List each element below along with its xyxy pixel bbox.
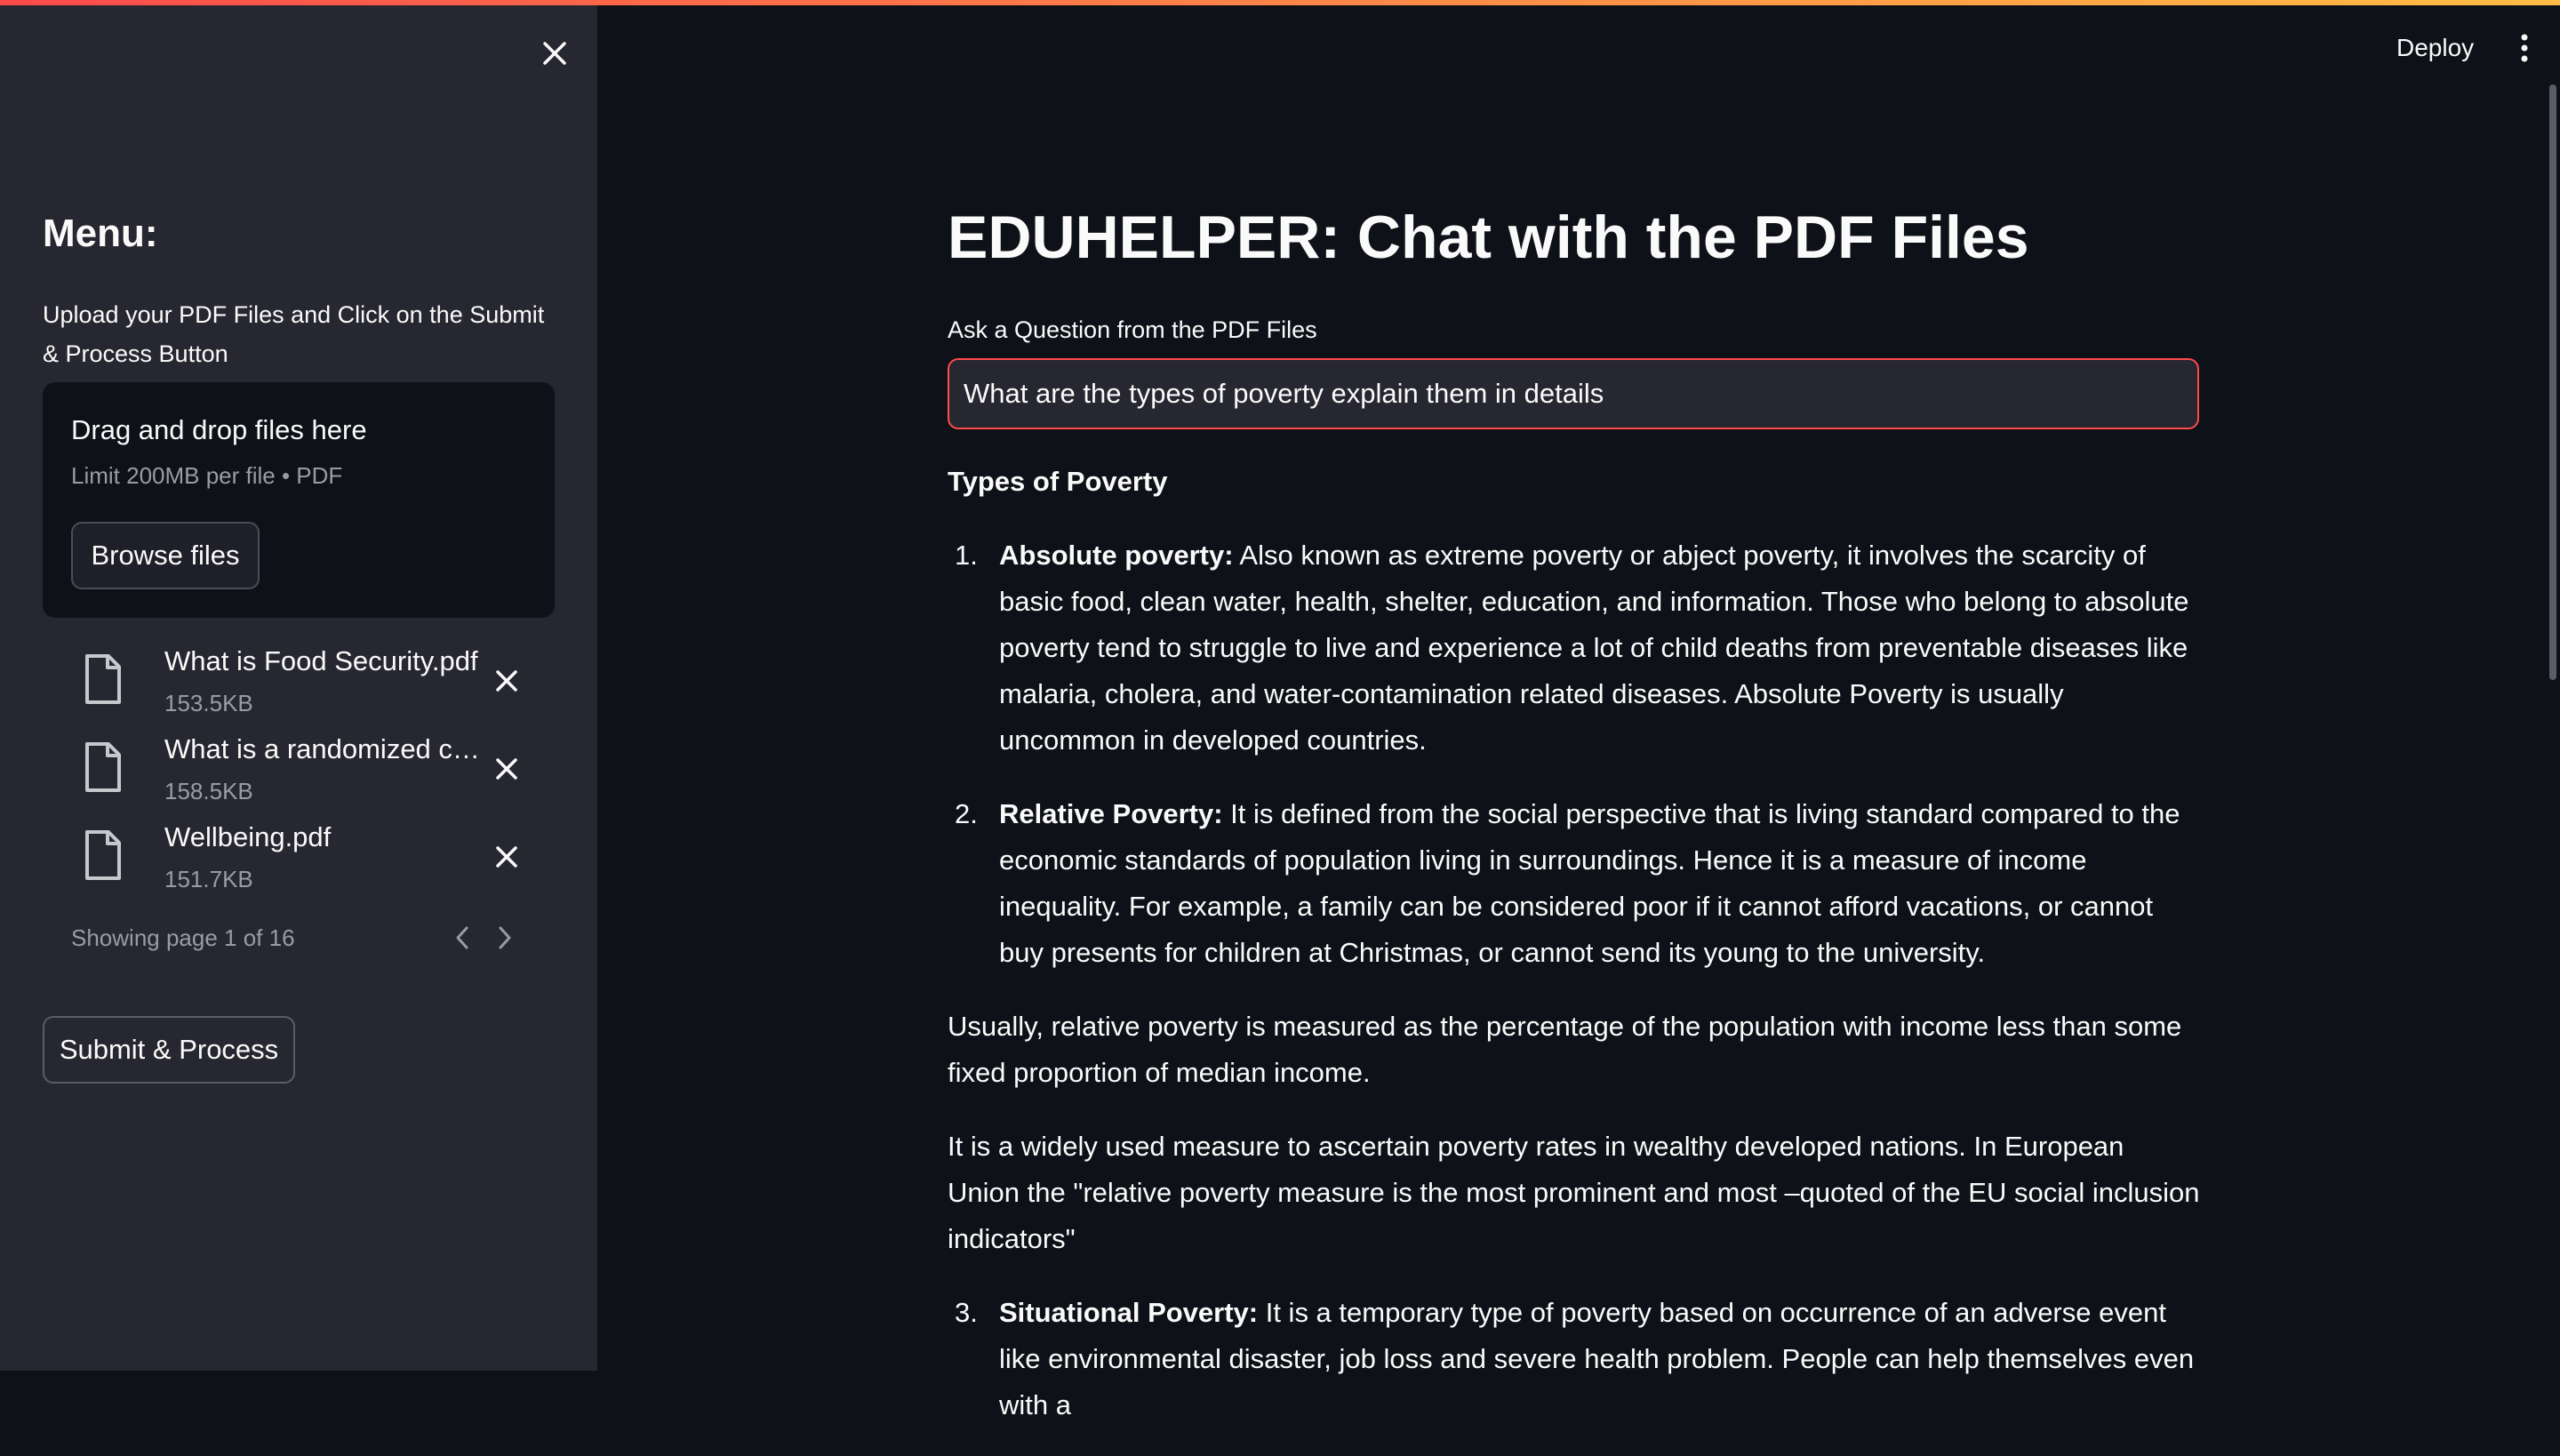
scrollbar[interactable] <box>2549 84 2556 680</box>
list-number: 3. <box>955 1297 978 1328</box>
file-name: What is Food Security.pdf <box>164 645 478 676</box>
close-icon <box>496 670 517 692</box>
main-content: EDUHELPER: Chat with the PDF Files Ask a… <box>948 0 2201 1420</box>
upload-instructions: Upload your PDF Files and Click on the S… <box>43 301 545 367</box>
file-size: 153.5KB <box>164 690 253 716</box>
answer-heading: Types of Poverty <box>948 466 1168 497</box>
file-name: Wellbeing.pdf <box>164 821 332 852</box>
file-icon <box>85 742 121 792</box>
list-number: 2. <box>955 798 978 829</box>
browse-files-button[interactable]: Browse files <box>71 522 260 589</box>
list-item-term: Absolute poverty: <box>999 540 1234 571</box>
close-icon <box>496 758 517 780</box>
dropzone-title: Drag and drop files here <box>71 414 367 445</box>
list-item-term: Relative Poverty: <box>999 798 1223 829</box>
question-input[interactable] <box>948 358 2199 429</box>
previous-page-button[interactable] <box>444 920 480 956</box>
more-vertical-icon <box>2521 34 2528 62</box>
top-decoration-stripe <box>0 0 2560 5</box>
uploaded-file-item: What is a randomized controlled trial.pd… <box>71 728 551 810</box>
list-item: 1. Absolute poverty: Also known as extre… <box>948 532 2201 764</box>
sidebar: Menu: Upload your PDF Files and Click on… <box>0 0 597 1371</box>
file-icon <box>85 654 121 704</box>
answer-content: Types of Poverty 1. Absolute poverty: Al… <box>948 459 2201 1456</box>
main-menu-button[interactable] <box>2507 27 2542 69</box>
deploy-button[interactable]: Deploy <box>2382 27 2488 69</box>
menu-title: Menu: <box>43 212 158 255</box>
file-name: What is a randomized controlled trial.pd… <box>164 733 484 764</box>
remove-file-button[interactable] <box>485 836 528 878</box>
uploaded-file-item: What is Food Security.pdf 153.5KB <box>71 640 551 722</box>
answer-paragraph: It is a widely used measure to ascertain… <box>948 1131 2200 1254</box>
list-item-term: Situational Poverty: <box>999 1297 1259 1328</box>
file-size: 158.5KB <box>164 778 253 804</box>
list-number: 1. <box>955 540 978 571</box>
list-item-text: Also known as extreme poverty or abject … <box>999 540 2189 756</box>
list-item: 2. Relative Poverty: It is defined from … <box>948 791 2201 976</box>
question-label: Ask a Question from the PDF Files <box>948 316 1317 343</box>
remove-file-button[interactable] <box>485 660 528 702</box>
next-page-button[interactable] <box>487 920 523 956</box>
file-icon <box>85 830 121 880</box>
close-icon <box>496 846 517 868</box>
list-item: 3. Situational Poverty: It is a temporar… <box>948 1290 2201 1428</box>
file-dropzone[interactable]: Drag and drop files here Limit 200MB per… <box>43 382 555 618</box>
pagination-status: Showing page 1 of 16 <box>71 924 295 951</box>
uploaded-file-item: Wellbeing.pdf 151.7KB <box>71 816 551 898</box>
close-icon <box>543 42 566 65</box>
page-title: EDUHELPER: Chat with the PDF Files <box>948 204 2029 271</box>
file-size: 151.7KB <box>164 866 253 892</box>
dropzone-limit: Limit 200MB per file • PDF <box>71 462 343 489</box>
remove-file-button[interactable] <box>485 748 528 790</box>
submit-process-button[interactable]: Submit & Process <box>43 1016 295 1084</box>
chevron-right-icon <box>499 926 511 949</box>
chevron-left-icon <box>456 926 468 949</box>
answer-paragraph: Usually, relative poverty is measured as… <box>948 1011 2182 1088</box>
close-sidebar-button[interactable] <box>533 32 576 75</box>
